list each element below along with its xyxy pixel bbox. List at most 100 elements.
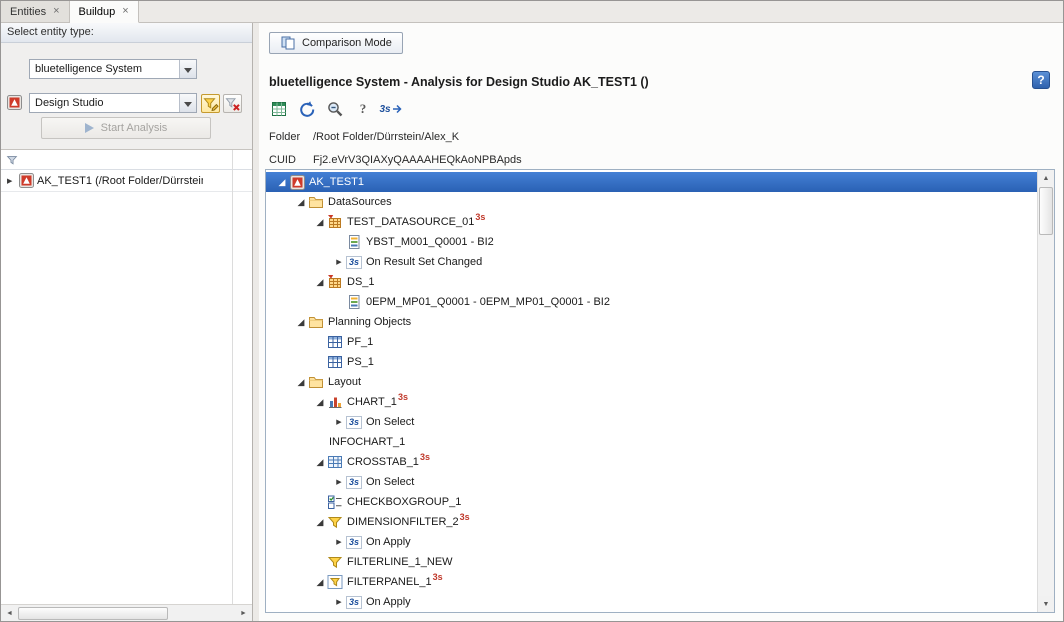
tab-strip: Entities × Buildup × — [1, 1, 1063, 23]
scrollbar-thumb[interactable] — [18, 607, 168, 620]
folder-icon — [307, 374, 325, 390]
tree-item-datasources[interactable]: ◢ DataSources — [266, 192, 1037, 212]
expanded-icon[interactable]: ◢ — [276, 177, 288, 188]
cuid-row: CUID Fj2.eVrV3QIAXyQAAAAHEQkAoNPBApds — [269, 154, 522, 166]
tab-buildup[interactable]: Buildup × — [70, 1, 139, 23]
tab-entities[interactable]: Entities × — [1, 1, 70, 22]
tree-item-on-apply[interactable]: ▶3sOn Apply — [266, 532, 1037, 552]
start-analysis-button[interactable]: Start Analysis — [41, 117, 211, 139]
close-icon[interactable]: × — [122, 6, 128, 17]
tree-item-on-select[interactable]: ▶3sOn Select — [266, 412, 1037, 432]
export-icon[interactable] — [269, 99, 289, 119]
clear-filter-button[interactable] — [223, 94, 242, 113]
blue-arrow-icon — [392, 104, 403, 114]
tree-item-label: FILTERLINE_1_NEW — [347, 556, 453, 568]
tree-item-layout[interactable]: ◢ Layout — [266, 372, 1037, 392]
filter-icon — [326, 514, 344, 530]
timer-settings-icon[interactable]: 3s — [381, 99, 401, 119]
expanded-icon[interactable]: ◢ — [295, 197, 307, 208]
filter-edit-icon — [203, 96, 219, 112]
chevron-down-icon[interactable] — [179, 94, 196, 112]
grid-filter-row[interactable] — [1, 150, 252, 170]
tree-item-ak-test1[interactable]: ◢AK_TEST1 — [266, 172, 1037, 192]
tree-item-chart-1[interactable]: ◢CHART_13s — [266, 392, 1037, 412]
scroll-down-icon[interactable]: ▼ — [1038, 596, 1054, 612]
scrollbar-thumb[interactable] — [1039, 187, 1053, 235]
tree-item-test-datasource-01[interactable]: ◢TEST_DATASOURCE_013s — [266, 212, 1037, 232]
tree-item-infochart-1[interactable]: INFOCHART_1 — [266, 432, 1037, 452]
chevron-down-icon[interactable] — [179, 60, 196, 78]
tree-item-filterline-1-new[interactable]: FILTERLINE_1_NEW — [266, 552, 1037, 572]
clear-filter-icon — [225, 96, 241, 112]
filter-icon — [326, 554, 344, 570]
tree-item-label: CHART_1 — [347, 396, 397, 408]
expanded-icon[interactable]: ◢ — [314, 457, 326, 468]
timer-icon: 3s — [345, 414, 363, 430]
expanded-icon[interactable]: ◢ — [314, 277, 326, 288]
tree-item-label: On Select — [366, 416, 414, 428]
vertical-scrollbar[interactable]: ▲ ▼ — [1037, 170, 1054, 612]
filter-funnel-icon[interactable] — [5, 153, 19, 167]
collapsed-icon[interactable]: ▶ — [7, 177, 19, 185]
expanded-icon[interactable]: ◢ — [295, 317, 307, 328]
tree-item-filterpanel-1[interactable]: ◢FILTERPANEL_13s — [266, 572, 1037, 592]
grid-icon — [326, 354, 344, 370]
refresh-icon[interactable] — [297, 99, 317, 119]
timer-icon: 3s — [345, 474, 363, 490]
help-button[interactable]: ? — [1032, 71, 1050, 89]
design-studio-icon — [7, 95, 23, 111]
tree-item-ybst-m001-q0001-bi2[interactable]: YBST_M001_Q0001 - BI2 — [266, 232, 1037, 252]
system-select[interactable]: bluetelligence System — [29, 59, 197, 79]
play-icon — [85, 123, 94, 133]
tree-item-label: Layout — [328, 376, 361, 388]
datasource-icon — [326, 274, 344, 290]
filter-edit-button[interactable] — [201, 94, 220, 113]
zoom-icon[interactable] — [325, 99, 345, 119]
tree-item-label: TEST_DATASOURCE_01 — [347, 216, 474, 228]
tree-item-0epm-mp01-q0001-0epm-mp01-q0001-bi2[interactable]: 0EPM_MP01_Q0001 - 0EPM_MP01_Q0001 - BI2 — [266, 292, 1037, 312]
tree-item-label: On Select — [366, 476, 414, 488]
entity-type-select[interactable]: Design Studio — [29, 93, 197, 113]
scroll-left-icon[interactable]: ◄ — [1, 605, 18, 621]
entity-row[interactable]: ▶ AK_TEST1 (/Root Folder/Dürrstein/Ale — [1, 170, 252, 192]
tree-item-ps-1[interactable]: PS_1 — [266, 352, 1037, 372]
tree-item-crosstab-1[interactable]: ◢CROSSTAB_13s — [266, 452, 1037, 472]
tree-item-dimensionfilter-2[interactable]: ◢DIMENSIONFILTER_23s — [266, 512, 1037, 532]
collapsed-icon[interactable]: ▶ — [333, 258, 345, 266]
tree-item-ds-1[interactable]: ◢DS_1 — [266, 272, 1037, 292]
scroll-right-icon[interactable]: ► — [235, 605, 252, 621]
timer-label: 3s — [379, 104, 390, 115]
collapsed-icon[interactable]: ▶ — [333, 538, 345, 546]
horizontal-scrollbar[interactable]: ◄ ► — [1, 604, 252, 621]
tree-item-label: PF_1 — [347, 336, 373, 348]
collapsed-icon[interactable]: ▶ — [333, 418, 345, 426]
tree-item-label: CROSSTAB_1 — [347, 456, 419, 468]
close-icon[interactable]: × — [53, 6, 59, 17]
timer-icon: 3s — [345, 594, 363, 610]
scroll-up-icon[interactable]: ▲ — [1038, 170, 1054, 186]
expanded-icon[interactable]: ◢ — [314, 217, 326, 228]
expanded-icon[interactable]: ◢ — [314, 397, 326, 408]
page-title: bluetelligence System - Analysis for Des… — [269, 75, 649, 89]
expanded-icon[interactable]: ◢ — [295, 377, 307, 388]
tree-item-planning-objects[interactable]: ◢Planning Objects — [266, 312, 1037, 332]
tree-item-on-result-set-changed[interactable]: ▶3sOn Result Set Changed — [266, 252, 1037, 272]
tree-item-label: DIMENSIONFILTER_2 — [347, 516, 459, 528]
help-doc-icon[interactable]: ? — [353, 99, 373, 119]
tree-item-label: On Apply — [366, 596, 411, 608]
tree-item-on-select[interactable]: ▶3sOn Select — [266, 472, 1037, 492]
tree-item-pf-1[interactable]: PF_1 — [266, 332, 1037, 352]
comparison-mode-button[interactable]: Comparison Mode — [269, 32, 403, 54]
query-icon — [345, 294, 363, 310]
tree-item-checkboxgroup-1[interactable]: CHECKBOXGROUP_1 — [266, 492, 1037, 512]
tab-buildup-label: Buildup — [79, 6, 116, 18]
collapsed-icon[interactable]: ▶ — [333, 598, 345, 606]
expanded-icon[interactable]: ◢ — [314, 517, 326, 528]
app-icon — [19, 173, 37, 189]
collapsed-icon[interactable]: ▶ — [333, 478, 345, 486]
tree-item-on-apply[interactable]: ▶3sOn Apply — [266, 592, 1037, 612]
tree-item-label: On Apply — [366, 536, 411, 548]
filterpanel-icon — [326, 574, 344, 590]
tree-item-label: DataSources — [328, 196, 392, 208]
expanded-icon[interactable]: ◢ — [314, 577, 326, 588]
